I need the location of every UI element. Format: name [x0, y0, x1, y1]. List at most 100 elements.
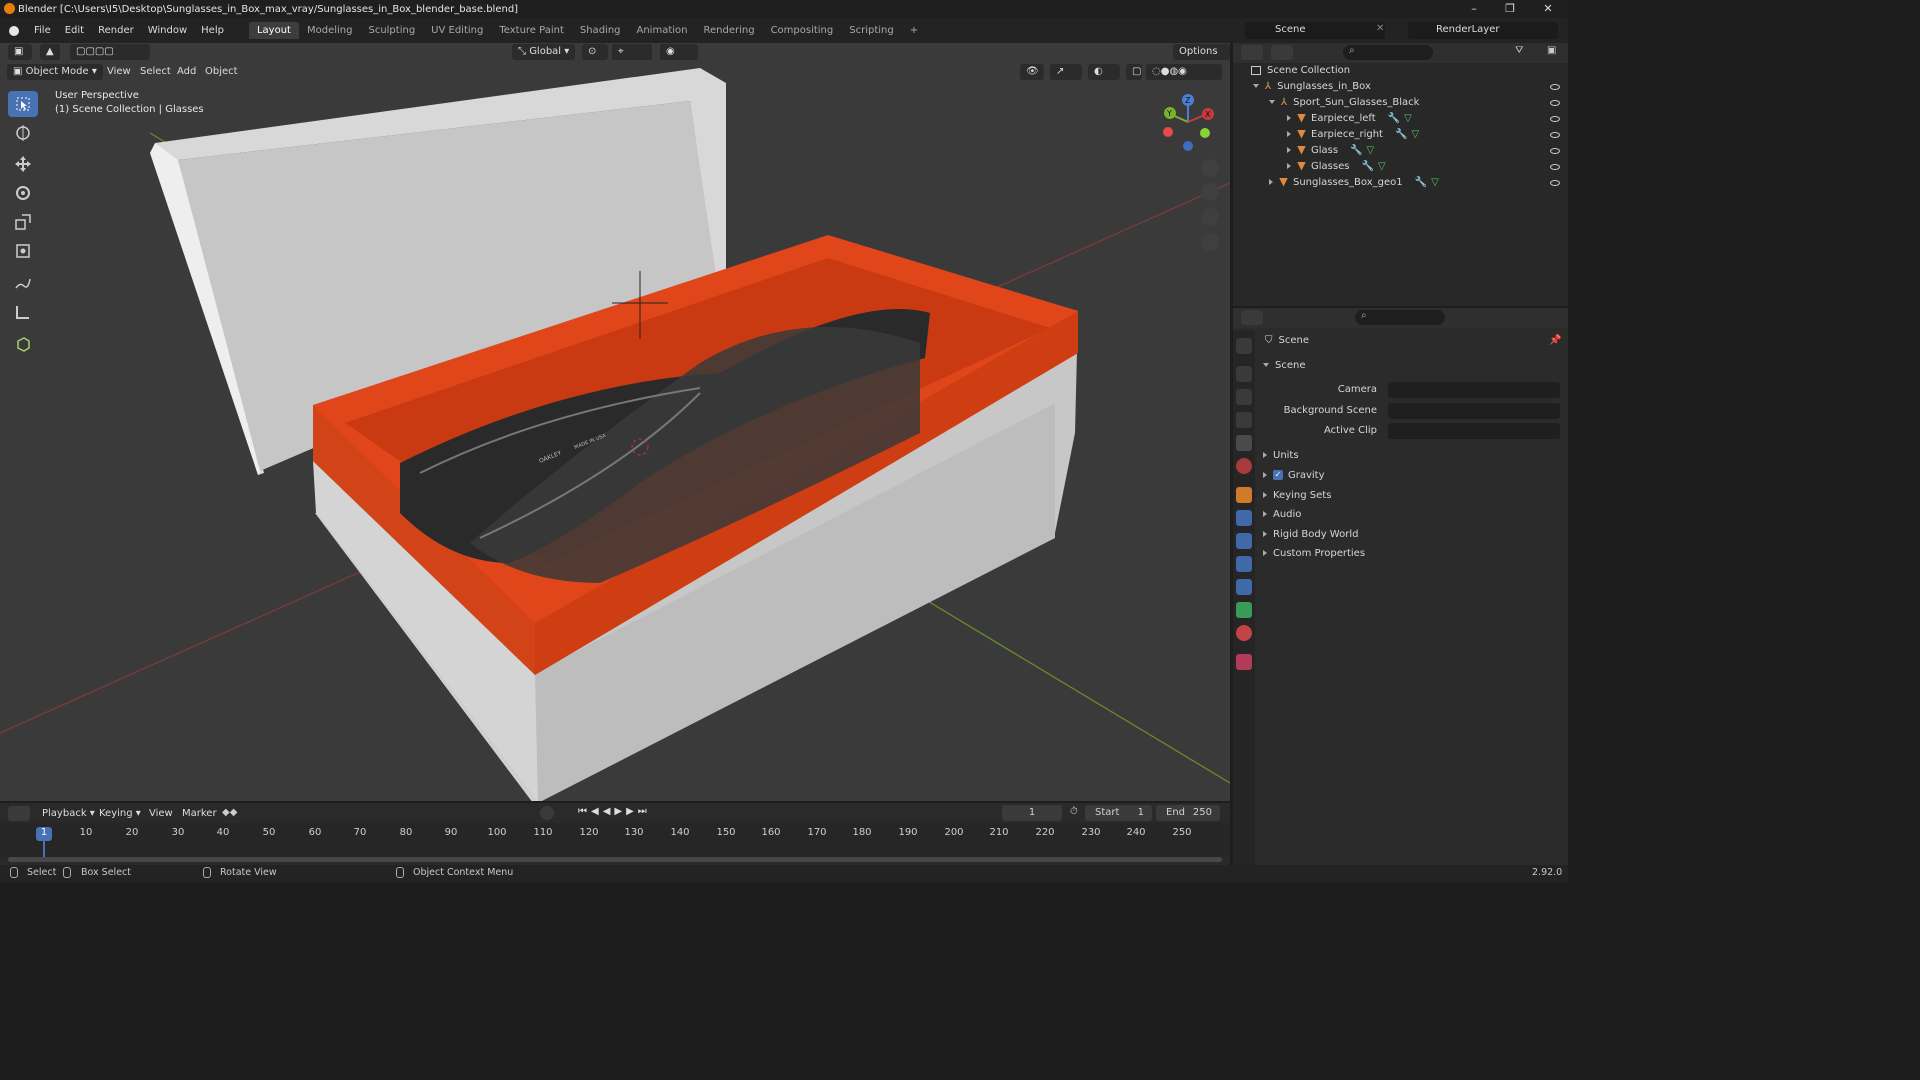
tab-output[interactable]	[1236, 389, 1252, 405]
outliner-item-sport-sun-glasses-black[interactable]: ⅄ Sport_Sun_Glasses_Black	[1269, 95, 1419, 111]
tab-texture-paint[interactable]: Texture Paint	[491, 22, 572, 39]
expand-icon[interactable]	[1269, 179, 1273, 185]
tab-texture[interactable]	[1236, 654, 1252, 670]
outliner-item-sunglasses-in-box[interactable]: ⅄ Sunglasses_in_Box	[1253, 79, 1371, 95]
expand-icon[interactable]	[1287, 163, 1291, 169]
pin-icon[interactable]: 📌	[1549, 335, 1561, 346]
tool-measure[interactable]	[8, 299, 38, 325]
menu-select[interactable]: Select	[140, 66, 171, 77]
menu-view[interactable]: View	[107, 66, 131, 77]
background-scene-field[interactable]	[1388, 403, 1560, 419]
menu-window[interactable]: Window	[141, 25, 194, 36]
tool-add-cube[interactable]	[8, 331, 38, 357]
3d-viewport[interactable]: OAKLEY MADE IN USA Z Y X ▣ ▲ ▢▢▢▢ ⤡ Glob…	[0, 43, 1230, 801]
outliner-search-input[interactable]: ⌕	[1343, 45, 1433, 60]
gizmo-toggle-icon[interactable]: ↗	[1050, 64, 1082, 80]
section-units[interactable]: Units	[1263, 448, 1299, 464]
tool-scale[interactable]	[8, 209, 38, 235]
menu-timeline-view[interactable]: View	[149, 808, 173, 819]
menu-add[interactable]: Add	[177, 66, 196, 77]
new-collection-icon[interactable]: ▣	[1547, 45, 1556, 56]
visibility-eye-icon[interactable]	[1550, 164, 1560, 170]
mode-dropdown[interactable]: ▣ Object Mode ▾	[7, 64, 103, 80]
shading-mode-buttons[interactable]: ◌●◍◉	[1146, 64, 1222, 80]
properties-panel[interactable]: ⌕ ⛉ Scene 📌 Scene Camera Background Scene…	[1233, 308, 1568, 865]
menu-help[interactable]: Help	[194, 25, 231, 36]
tab-render[interactable]	[1236, 366, 1252, 382]
menu-edit[interactable]: Edit	[58, 25, 91, 36]
active-clip-field[interactable]	[1388, 423, 1560, 439]
outliner-item-sunglasses-box-geo1[interactable]: Sunglasses_Box_geo1 🔧 ▽	[1269, 175, 1439, 191]
tab-tool[interactable]	[1236, 338, 1252, 354]
navigation-gizmo[interactable]: Z Y X	[1163, 94, 1214, 151]
expand-icon[interactable]	[1287, 147, 1291, 153]
tab-view-layer[interactable]	[1236, 412, 1252, 428]
expand-icon[interactable]	[1253, 84, 1259, 88]
stopwatch-icon[interactable]: ⏱	[1070, 806, 1078, 817]
tab-particles[interactable]	[1236, 533, 1252, 549]
tab-rendering[interactable]: Rendering	[695, 22, 762, 39]
section-keying-sets[interactable]: Keying Sets	[1263, 488, 1331, 504]
tab-modifiers[interactable]	[1236, 510, 1252, 526]
visibility-eye-icon[interactable]	[1550, 148, 1560, 154]
visibility-eye-icon[interactable]	[1550, 180, 1560, 186]
minimize-button[interactable]: –	[1456, 0, 1492, 18]
select-tool-icon[interactable]: ▲	[40, 44, 60, 60]
outliner-item-earpiece-right[interactable]: Earpiece_right 🔧 ▽	[1287, 127, 1419, 143]
xray-icon[interactable]: ▢	[1126, 64, 1142, 80]
section-gravity[interactable]: ✓ Gravity	[1263, 468, 1325, 484]
playback-controls[interactable]: ⏮◀◀▶▶⏭	[578, 806, 651, 817]
tab-uv-editing[interactable]: UV Editing	[423, 22, 491, 39]
pivot-icon[interactable]: ⊙	[582, 44, 608, 60]
tab-animation[interactable]: Animation	[629, 22, 696, 39]
visibility-eye-icon[interactable]	[1550, 84, 1560, 90]
snap-icon[interactable]: ⌖	[612, 44, 652, 60]
scene-close-icon[interactable]: ✕	[1376, 23, 1384, 34]
outliner-editor-type-icon[interactable]	[1241, 45, 1263, 60]
tab-object[interactable]	[1236, 487, 1252, 503]
outliner-panel[interactable]: ⌕ ⛛ ▣ Scene Collection ⅄ Sunglasses_in_Bo…	[1233, 43, 1568, 306]
expand-icon[interactable]	[1287, 115, 1291, 121]
menu-keying[interactable]: Keying ▾	[99, 808, 141, 819]
expand-icon[interactable]	[1269, 100, 1275, 104]
transform-orientation-dropdown[interactable]: ⤡ Global ▾	[512, 44, 576, 60]
tool-cursor[interactable]	[8, 120, 38, 146]
keyframe-icons[interactable]: ◆◆	[222, 807, 237, 818]
mesh-data-icon[interactable]: ▽	[1378, 161, 1386, 172]
properties-search-input[interactable]: ⌕	[1355, 310, 1445, 325]
mesh-data-icon[interactable]: ▽	[1411, 129, 1419, 140]
menu-render[interactable]: Render	[91, 25, 141, 36]
current-frame-field[interactable]: 1	[1002, 805, 1062, 821]
visibility-eye-icon[interactable]	[1550, 132, 1560, 138]
view-layer-selector[interactable]: RenderLayer	[1408, 22, 1558, 39]
section-rigid-body-world[interactable]: Rigid Body World	[1263, 527, 1358, 543]
mesh-data-icon[interactable]: ▽	[1367, 145, 1375, 156]
zoom-icon[interactable]	[1201, 159, 1219, 177]
tool-transform[interactable]	[8, 238, 38, 264]
section-audio[interactable]: Audio	[1263, 507, 1301, 523]
viewport-scene[interactable]: OAKLEY MADE IN USA Z Y X	[0, 43, 1230, 801]
scene-selector[interactable]: Scene ✕	[1245, 22, 1385, 39]
mesh-data-icon[interactable]: ▽	[1404, 113, 1412, 124]
display-mode-icon[interactable]	[1271, 45, 1293, 60]
tab-scene[interactable]	[1236, 435, 1252, 451]
outliner-item-glasses[interactable]: Glasses 🔧 ▽	[1287, 159, 1386, 175]
add-workspace-button[interactable]: +	[902, 22, 926, 39]
options-dropdown[interactable]: Options ▾	[1173, 44, 1230, 73]
section-custom-properties[interactable]: Custom Properties	[1263, 546, 1365, 562]
pan-hand-icon[interactable]	[1201, 183, 1219, 201]
overlay-toggle-icon[interactable]: ◐	[1088, 64, 1120, 80]
tab-modeling[interactable]: Modeling	[299, 22, 361, 39]
modifier-wrench-icon[interactable]: 🔧	[1388, 113, 1400, 124]
timeline-panel[interactable]: Playback ▾ Keying ▾ View Marker ◆◆ ⏮◀◀▶▶…	[0, 803, 1230, 865]
maximize-button[interactable]: ❐	[1492, 0, 1528, 18]
tab-constraints[interactable]	[1236, 579, 1252, 595]
menu-object[interactable]: Object	[205, 66, 238, 77]
outliner-item-earpiece-left[interactable]: Earpiece_left 🔧 ▽	[1287, 111, 1412, 127]
filter-icon[interactable]: ⛛	[1515, 45, 1523, 56]
visibility-eye-icon[interactable]	[1550, 100, 1560, 106]
outliner-item-glass[interactable]: Glass 🔧 ▽	[1287, 143, 1374, 159]
tab-data[interactable]	[1236, 602, 1252, 618]
visibility-icon[interactable]: 👁	[1020, 64, 1044, 80]
blender-menu-icon[interactable]	[9, 25, 19, 36]
